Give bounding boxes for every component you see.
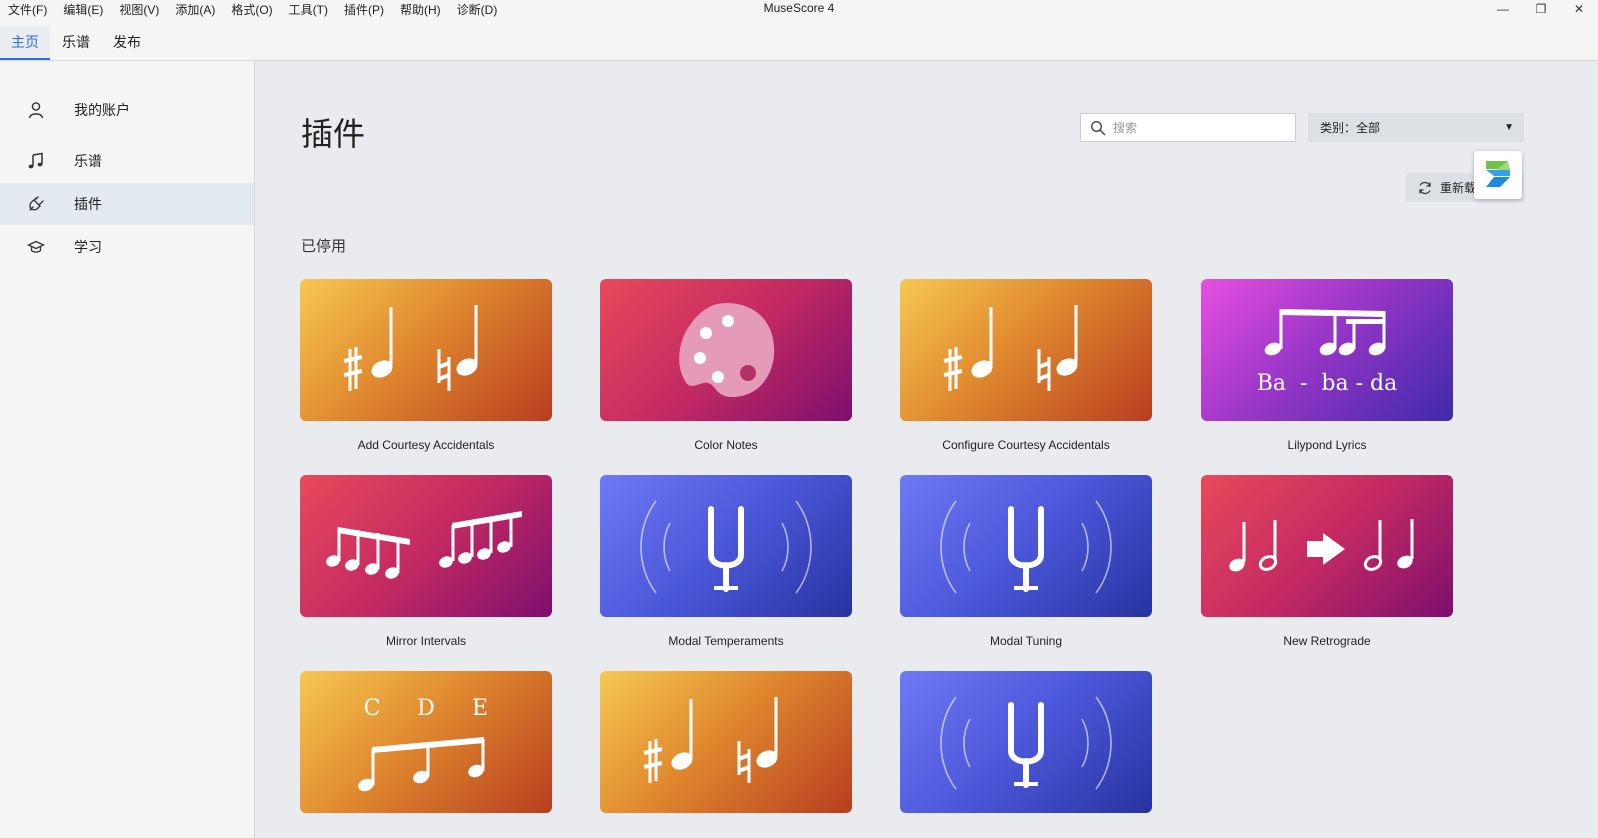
- app-logo-overlay[interactable]: [1474, 151, 1522, 199]
- tuning-fork-art: [900, 671, 1152, 813]
- plugin-name: Configure Courtesy Accidentals: [942, 438, 1110, 452]
- menu-edit[interactable]: 编辑(E): [63, 1, 103, 18]
- plugin-name: Modal Temperaments: [668, 634, 784, 648]
- main-panel: 插件 类别： 全部 ▼ 重新载 已停用: [255, 61, 1598, 838]
- music-note-icon: [26, 151, 46, 171]
- plugin-card[interactable]: C D E: [300, 671, 552, 813]
- menu-view[interactable]: 视图(V): [119, 1, 159, 18]
- accidentals-art: [900, 279, 1152, 421]
- close-button[interactable]: ✕: [1560, 0, 1598, 17]
- section-title-disabled: 已停用: [301, 238, 347, 255]
- note-name-d: D: [417, 696, 435, 721]
- mirror-art: [300, 475, 552, 617]
- plugin-card[interactable]: [600, 671, 852, 813]
- caret-down-icon: ▼: [1504, 122, 1514, 133]
- user-icon: [26, 100, 46, 120]
- search-field[interactable]: [1080, 113, 1296, 142]
- stack-logo-icon: [1486, 161, 1510, 187]
- accidentals-art: [300, 279, 552, 421]
- sidebar-item-label: 学习: [74, 239, 102, 255]
- tab-scores[interactable]: 乐谱: [52, 26, 100, 60]
- restore-button[interactable]: ❐: [1522, 0, 1560, 17]
- plugin-card[interactable]: New Retrograde: [1201, 475, 1453, 648]
- menu-format[interactable]: 格式(O): [231, 1, 272, 18]
- plugin-icon: [26, 194, 46, 214]
- note-names-art: C D E: [300, 671, 552, 813]
- plugin-name: Mirror Intervals: [385, 634, 466, 648]
- menu-bar: 文件(F) 编辑(E) 视图(V) 添加(A) 格式(O) 工具(T) 插件(P…: [8, 1, 497, 18]
- retrograde-art: [1201, 475, 1453, 617]
- sidebar-item-label: 插件: [74, 196, 102, 212]
- sidebar: 我的账户 乐谱 插件 学习: [0, 61, 255, 838]
- plugin-card[interactable]: Modal Tuning: [900, 475, 1152, 648]
- plugin-name: Modal Tuning: [989, 634, 1063, 648]
- category-dropdown[interactable]: 类别： 全部 ▼: [1308, 113, 1524, 142]
- plugin-name: Lilypond Lyrics: [1287, 438, 1367, 452]
- plugin-name: New Retrograde: [1283, 634, 1371, 648]
- lyrics-art: Ba - ba - da: [1201, 279, 1453, 421]
- window-controls: — ❐ ✕: [1484, 0, 1598, 17]
- lyrics-art-text: Ba - ba - da: [1257, 371, 1398, 396]
- sidebar-item-plugins[interactable]: 插件: [0, 183, 254, 225]
- plugin-card[interactable]: Mirror Intervals: [300, 475, 552, 648]
- refresh-icon: [1416, 179, 1434, 197]
- menu-diagnostics[interactable]: 诊断(D): [457, 1, 498, 18]
- plugin-card[interactable]: Add Courtesy Accidentals: [300, 279, 552, 452]
- top-nav: 主页 乐谱 发布: [0, 26, 1598, 61]
- page-title: 插件: [301, 115, 366, 153]
- tuning-fork-art: [600, 475, 852, 617]
- sidebar-item-label: 乐谱: [74, 153, 102, 169]
- title-bar: MuseScore 4 文件(F) 编辑(E) 视图(V) 添加(A) 格式(O…: [0, 0, 1598, 17]
- search-icon: [1087, 117, 1109, 139]
- plugin-card[interactable]: Ba - ba - da Lilypond Lyrics: [1201, 279, 1453, 452]
- note-name-c: C: [364, 696, 381, 721]
- plugin-card[interactable]: Modal Temperaments: [600, 475, 852, 648]
- sidebar-item-label: 我的账户: [74, 102, 130, 118]
- plugin-name: Color Notes: [694, 438, 758, 452]
- graduation-cap-icon: [26, 237, 46, 257]
- search-input[interactable]: [1113, 120, 1283, 135]
- tuning-fork-art: [900, 475, 1152, 617]
- plugin-card[interactable]: Configure Courtesy Accidentals: [900, 279, 1152, 452]
- plugin-card[interactable]: [900, 671, 1152, 813]
- category-label: 类别：: [1320, 121, 1357, 135]
- category-value: 全部: [1356, 121, 1381, 135]
- menu-help[interactable]: 帮助(H): [400, 1, 441, 18]
- plugin-name: Add Courtesy Accidentals: [357, 438, 495, 452]
- plugin-card[interactable]: Color Notes: [600, 279, 852, 452]
- palette-art: [600, 279, 852, 421]
- menu-plugins[interactable]: 插件(P): [344, 1, 384, 18]
- menu-tools[interactable]: 工具(T): [289, 1, 328, 18]
- note-name-e: E: [472, 696, 488, 721]
- minimize-button[interactable]: —: [1484, 0, 1522, 17]
- accidentals-art: [600, 671, 852, 813]
- reload-label: 重新载: [1440, 181, 1477, 195]
- sidebar-item-learn[interactable]: 学习: [0, 226, 254, 268]
- sidebar-item-scores[interactable]: 乐谱: [0, 140, 254, 182]
- tab-home[interactable]: 主页: [0, 26, 50, 60]
- menu-add[interactable]: 添加(A): [175, 1, 215, 18]
- menu-file[interactable]: 文件(F): [8, 1, 47, 18]
- sidebar-item-account[interactable]: 我的账户: [0, 89, 254, 131]
- tab-publish[interactable]: 发布: [103, 26, 151, 60]
